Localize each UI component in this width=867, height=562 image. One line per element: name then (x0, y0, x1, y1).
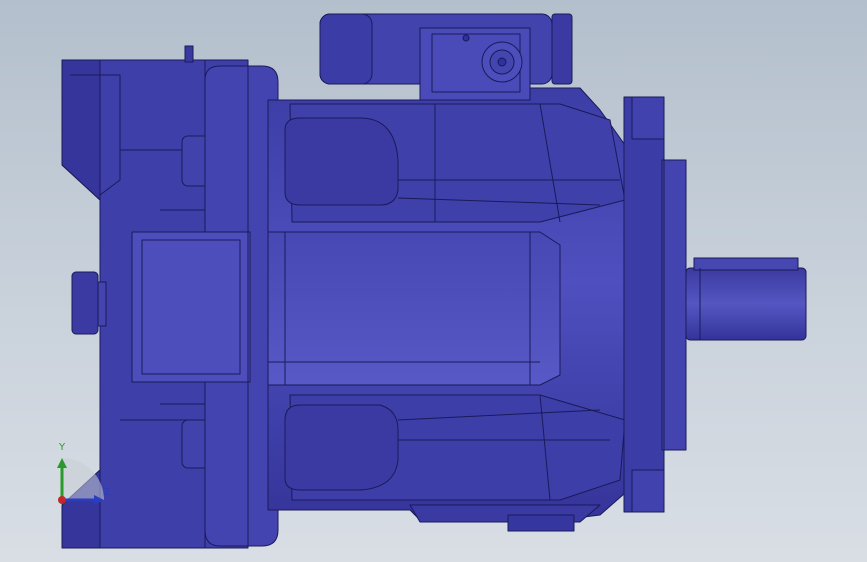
triad-y-label: Y (59, 442, 66, 453)
top-pin (184, 45, 194, 63)
cad-viewport[interactable]: Y Z (0, 0, 867, 562)
compensator-valve[interactable] (319, 13, 573, 101)
mounting-flange[interactable] (623, 96, 687, 513)
pump-housing[interactable] (267, 87, 666, 521)
triad-z-label: Z (103, 487, 110, 498)
drive-shaft[interactable] (685, 257, 807, 341)
pump-model[interactable] (0, 0, 867, 562)
bottom-nub (507, 514, 575, 532)
